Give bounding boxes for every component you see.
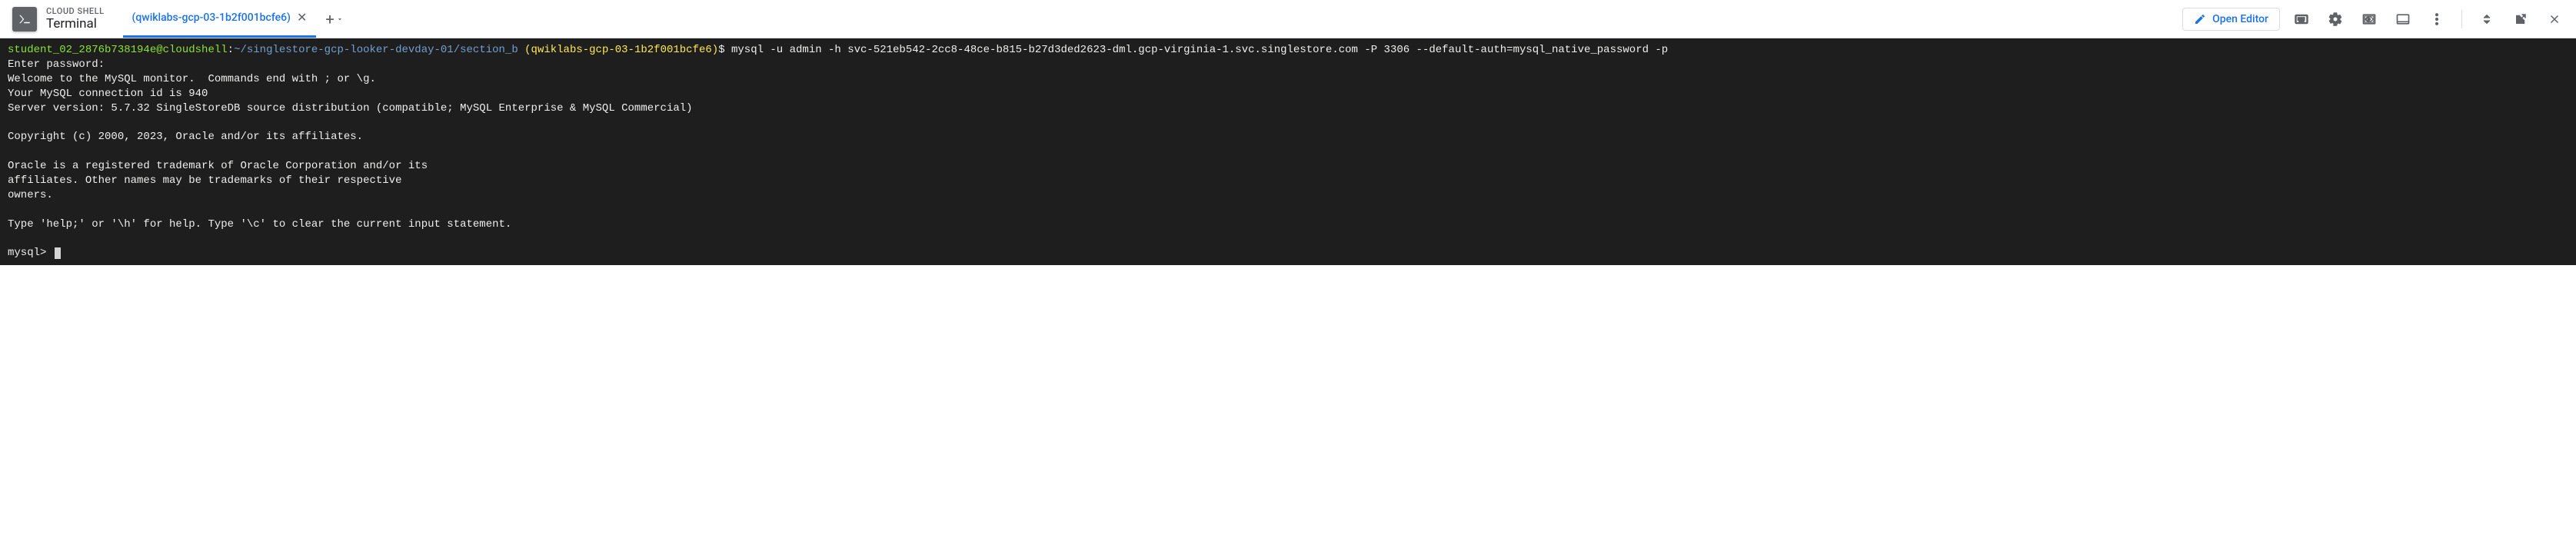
web-preview-icon[interactable] xyxy=(2360,10,2378,28)
prompt-path: ~/singlestore-gcp-looker-devday-01/secti… xyxy=(234,44,518,56)
mysql-prompt: mysql> xyxy=(8,247,53,259)
open-editor-label: Open Editor xyxy=(2212,13,2268,25)
divider xyxy=(2461,10,2462,28)
terminal-command: mysql -u admin -h svc-521eb542-2cc8-48ce… xyxy=(731,44,1668,56)
close-icon[interactable]: ✕ xyxy=(297,12,307,24)
tab-bar: (qwiklabs-gcp-03-1b2f001bcfe6) ✕ + xyxy=(123,0,344,38)
prompt-project: (qwiklabs-gcp-03-1b2f001bcfe6) xyxy=(518,44,718,56)
prompt-dollar: $ xyxy=(718,44,731,56)
terminal-output[interactable]: student_02_2876b738194e@cloudshell:~/sin… xyxy=(0,38,2576,265)
prompt-colon: : xyxy=(228,44,234,56)
session-icon[interactable] xyxy=(2394,10,2412,28)
open-editor-button[interactable]: Open Editor xyxy=(2182,8,2280,31)
add-tab-button[interactable]: + xyxy=(325,11,343,27)
chevron-down-icon xyxy=(336,11,344,27)
gear-icon[interactable] xyxy=(2326,10,2345,28)
terminal-cursor xyxy=(55,247,61,259)
minimize-icon[interactable] xyxy=(2478,10,2496,28)
pencil-icon xyxy=(2194,13,2206,25)
title-large: Terminal xyxy=(46,16,105,32)
terminal-body: Enter password: Welcome to the MySQL mon… xyxy=(8,58,693,231)
tab-active[interactable]: (qwiklabs-gcp-03-1b2f001bcfe6) ✕ xyxy=(123,0,317,38)
title-block: CLOUD SHELL Terminal xyxy=(46,6,105,32)
plus-icon: + xyxy=(325,12,334,27)
more-icon[interactable] xyxy=(2428,10,2446,28)
toolbar-icons xyxy=(2292,10,2570,28)
tab-label: (qwiklabs-gcp-03-1b2f001bcfe6) xyxy=(132,12,291,24)
open-new-window-icon[interactable] xyxy=(2511,10,2530,28)
close-panel-icon[interactable] xyxy=(2545,10,2564,28)
title-small: CLOUD SHELL xyxy=(46,6,105,16)
terminal-app-icon xyxy=(12,7,37,32)
keyboard-icon[interactable] xyxy=(2292,10,2311,28)
cloud-shell-header: CLOUD SHELL Terminal (qwiklabs-gcp-03-1b… xyxy=(0,0,2576,38)
prompt-user: student_02_2876b738194e@cloudshell xyxy=(8,44,228,56)
